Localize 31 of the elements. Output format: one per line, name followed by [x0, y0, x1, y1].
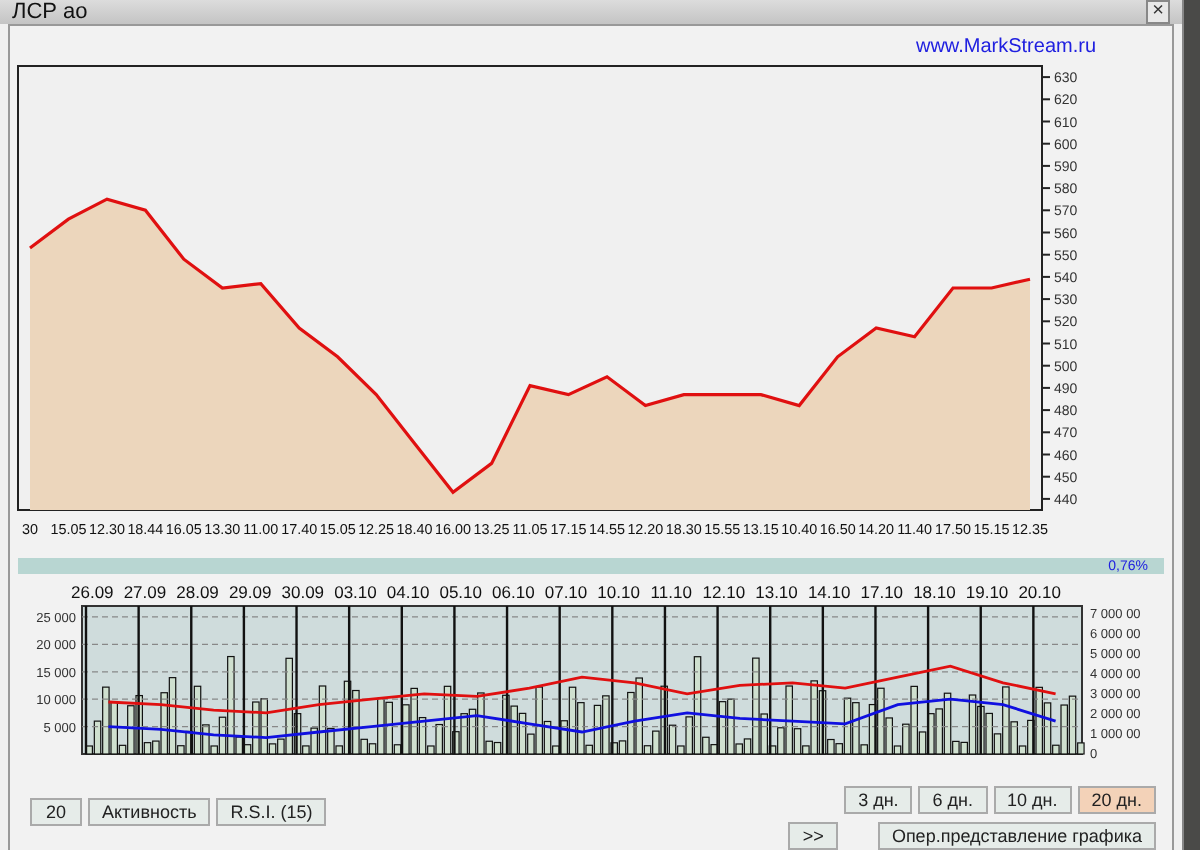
axis-label: 11.10: [650, 582, 692, 602]
axis-label: 07.10: [544, 582, 588, 602]
axis-label: 14.10: [807, 582, 851, 602]
indicator-button[interactable]: R.S.I. (15): [216, 798, 327, 826]
axis-label: 27.09: [123, 582, 167, 602]
axis-label: 05.10: [439, 582, 482, 602]
axis-label: 20.10: [1018, 582, 1061, 602]
period-tab[interactable]: 20 дн.: [1077, 786, 1156, 814]
period-tab[interactable]: 6 дн.: [918, 786, 988, 814]
axis-label: 17.10: [860, 582, 904, 602]
axis-label: 29.09: [228, 582, 272, 602]
period-tab[interactable]: 3 дн.: [844, 786, 913, 814]
axis-label: 10.10: [597, 582, 640, 602]
axis-label: 28.09: [176, 582, 219, 602]
axis-label: 19.10: [965, 582, 1009, 602]
axis-label: 26.09: [71, 582, 114, 602]
axis-label: 04.10: [386, 582, 430, 602]
close-button[interactable]: ×: [1146, 0, 1170, 24]
axis-label: 13.10: [755, 582, 798, 602]
axis-label: 12.10: [702, 582, 746, 602]
axis-label: 03.10: [334, 582, 377, 602]
next-button[interactable]: >>: [788, 822, 838, 850]
indicator-button[interactable]: Активность: [88, 798, 211, 826]
axis-label: 30.09: [281, 582, 325, 602]
indicator-button[interactable]: 20: [30, 798, 82, 826]
axis-label: 18.10: [913, 582, 956, 602]
period-tab[interactable]: 10 дн.: [993, 786, 1072, 814]
view-button[interactable]: Опер.представление графика: [877, 822, 1156, 850]
axis-label: 06.10: [492, 582, 535, 602]
site-link[interactable]: www.MarkStream.ru: [915, 36, 1096, 58]
window-title: ЛСР ао: [12, 0, 88, 24]
